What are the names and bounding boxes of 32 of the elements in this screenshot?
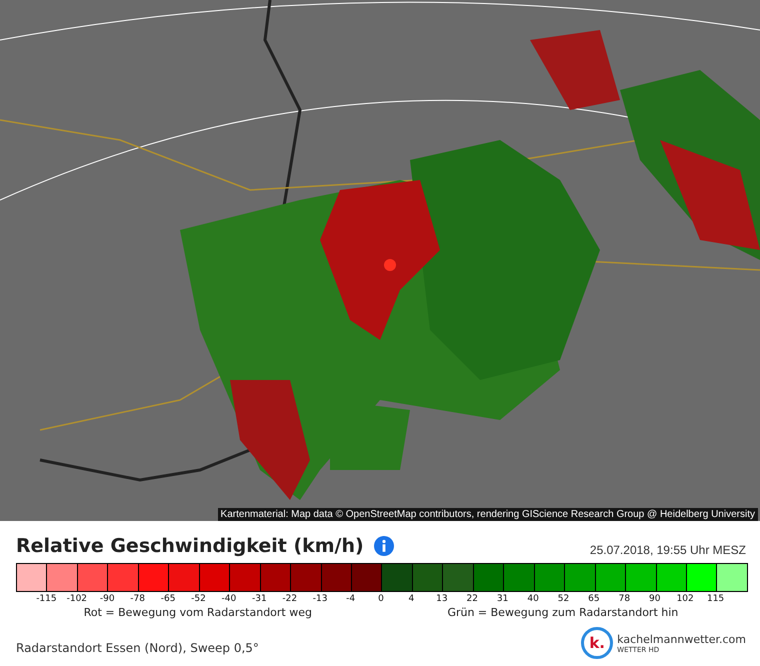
scale-tick: 22: [466, 594, 478, 604]
scale-tick: 65: [588, 594, 600, 604]
scale-tick: 4: [408, 594, 414, 604]
scale-tick: -52: [191, 594, 206, 604]
scale-tick: 52: [558, 594, 570, 604]
legend-caption: Grün = Bewegung zum Radarstandort hin: [447, 606, 678, 619]
scale-tick: 31: [496, 594, 508, 604]
brand-name: kachelmannwetter.com: [617, 632, 746, 646]
legend-caption: Rot = Bewegung vom Radarstandort weg: [84, 606, 312, 619]
brand-logo[interactable]: k.: [581, 627, 614, 659]
scale-tick: 0: [378, 594, 384, 604]
scale-tick: 13: [436, 594, 448, 604]
scale-tick: -40: [222, 594, 236, 604]
radar-site: Radarstandort Essen (Nord), Sweep 0,5°: [16, 641, 259, 657]
scale-tick: -22: [282, 594, 298, 604]
scale-tick: -78: [130, 594, 145, 604]
scale-tick: 40: [527, 594, 539, 604]
scale-tick: -65: [160, 594, 176, 604]
scale-tick: -31: [252, 594, 267, 604]
scale-tick: 115: [706, 594, 724, 604]
info-icon[interactable]: [374, 536, 394, 556]
map-attribution: Kartenmaterial: Map data © OpenStreetMap contributors, rendering GIScience Research Group @ Heidelberg University: [218, 508, 758, 521]
scale-tick: -115: [36, 594, 57, 604]
scale-tick: -4: [346, 594, 356, 604]
scale-tick: -90: [100, 594, 115, 604]
scale-tick: -102: [66, 594, 88, 604]
scale-tick: -13: [312, 594, 328, 604]
scale-tick: 102: [676, 594, 694, 604]
timestamp: 25.07.2018, 19:55 Uhr MESZ: [590, 543, 746, 557]
scale-tick: 78: [618, 594, 630, 604]
scale-tick: 90: [649, 594, 660, 604]
legend-title: Relative Geschwindigkeit (km/h): [16, 535, 364, 557]
